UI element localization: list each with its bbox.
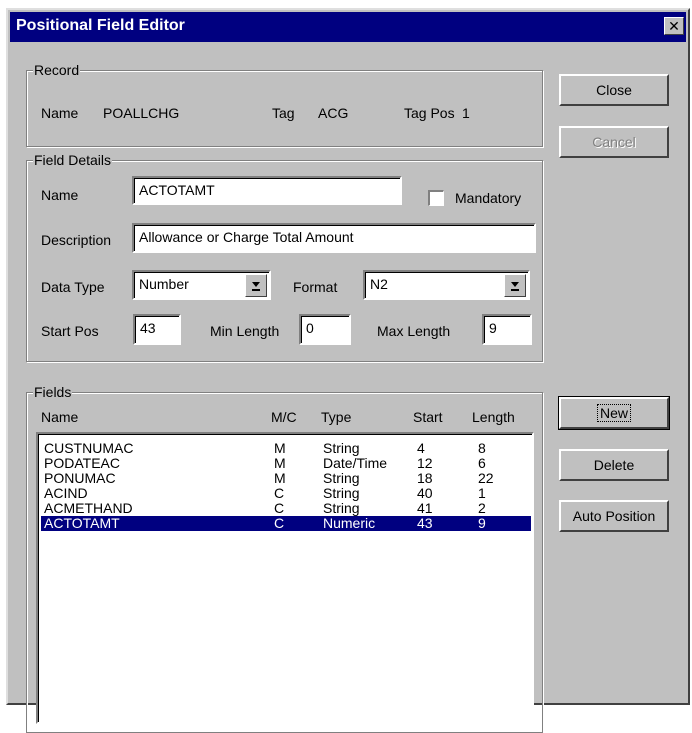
row-name: PONUMAC — [44, 470, 116, 486]
description-label: Description — [41, 232, 112, 248]
row-start: 12 — [417, 455, 433, 471]
row-length: 2 — [478, 500, 486, 516]
row-name: CUSTNUMAC — [44, 440, 134, 456]
row-length: 6 — [478, 455, 486, 471]
row-mc: C — [274, 515, 285, 531]
dropdown-arrow-icon — [252, 282, 260, 291]
row-length: 9 — [478, 515, 486, 531]
row-type: Numeric — [323, 515, 376, 531]
datatype-label: Data Type — [41, 279, 105, 295]
minlength-input[interactable]: 0 — [299, 314, 351, 345]
record-legend: Record — [33, 62, 81, 78]
close-icon: ✕ — [668, 18, 680, 34]
row-length: 22 — [478, 470, 494, 486]
format-select[interactable]: N2 — [363, 270, 530, 300]
title-close-button[interactable]: ✕ — [664, 17, 684, 35]
maxlength-label: Max Length — [377, 323, 451, 339]
record-tagpos-value: 1 — [462, 105, 470, 121]
table-row[interactable]: CUSTNUMAC M String 4 8 — [41, 441, 531, 456]
row-mc: C — [274, 485, 285, 501]
column-header-length: Length — [472, 409, 515, 425]
mandatory-label: Mandatory — [455, 190, 522, 206]
dropdown-arrow-icon — [511, 282, 519, 291]
row-mc: M — [274, 455, 286, 471]
row-type: Date/Time — [323, 455, 388, 471]
row-type: String — [323, 470, 360, 486]
maxlength-input[interactable]: 9 — [482, 314, 532, 345]
startpos-label: Start Pos — [41, 323, 99, 339]
row-mc: C — [274, 500, 285, 516]
datatype-select[interactable]: Number — [132, 270, 271, 300]
row-start: 18 — [417, 470, 433, 486]
row-type: String — [323, 440, 360, 456]
row-start: 41 — [417, 500, 433, 516]
table-row[interactable]: ACIND C String 40 1 — [41, 486, 531, 501]
row-type: String — [323, 500, 360, 516]
mandatory-checkbox[interactable] — [428, 190, 444, 206]
record-name-label: Name — [41, 105, 79, 121]
row-length: 8 — [478, 440, 486, 456]
record-tag-label: Tag — [272, 105, 295, 121]
column-header-mc: M/C — [271, 409, 297, 425]
record-tagpos-label: Tag Pos — [404, 105, 455, 121]
table-row[interactable]: PONUMAC M String 18 22 — [41, 471, 531, 486]
close-button[interactable]: Close — [559, 74, 669, 106]
table-row[interactable]: ACMETHAND C String 41 2 — [41, 501, 531, 516]
cancel-button[interactable]: Cancel — [559, 126, 669, 158]
format-label: Format — [293, 279, 338, 295]
record-name-value: POALLCHG — [103, 105, 180, 121]
column-header-type: Type — [321, 409, 352, 425]
column-header-start: Start — [413, 409, 443, 425]
row-start: 43 — [417, 515, 433, 531]
row-start: 40 — [417, 485, 433, 501]
row-name: ACMETHAND — [44, 500, 133, 516]
window-title: Positional Field Editor — [16, 17, 185, 34]
field-name-input[interactable]: ACTOTAMT — [132, 176, 402, 205]
column-header-name: Name — [41, 409, 79, 425]
table-row-selected[interactable]: ACTOTAMT C Numeric 43 9 — [41, 516, 531, 531]
row-mc: M — [274, 470, 286, 486]
title-bar: Positional Field Editor ✕ — [10, 12, 686, 42]
row-length: 1 — [478, 485, 486, 501]
auto-position-button[interactable]: Auto Position — [559, 500, 669, 532]
format-dropdown-button[interactable] — [504, 274, 526, 297]
field-details-legend: Field Details — [33, 152, 113, 168]
startpos-input[interactable]: 43 — [133, 314, 181, 345]
minlength-label: Min Length — [210, 323, 280, 339]
datatype-value: Number — [139, 276, 189, 292]
datatype-dropdown-button[interactable] — [245, 274, 267, 297]
row-name: ACIND — [44, 485, 88, 501]
description-input[interactable]: Allowance or Charge Total Amount — [132, 223, 536, 253]
row-type: String — [323, 485, 360, 501]
new-button-label: New — [596, 404, 631, 422]
fields-listbox[interactable]: CUSTNUMAC M String 4 8 PODATEAC M Date/T… — [36, 432, 534, 724]
new-button[interactable]: New — [558, 396, 670, 430]
row-name: PODATEAC — [44, 455, 120, 471]
field-name-label: Name — [41, 187, 79, 203]
table-row[interactable]: PODATEAC M Date/Time 12 6 — [41, 456, 531, 471]
record-tag-value: ACG — [318, 105, 349, 121]
format-value: N2 — [370, 276, 388, 292]
row-start: 4 — [417, 440, 425, 456]
delete-button[interactable]: Delete — [559, 449, 669, 481]
row-mc: M — [274, 440, 286, 456]
row-name: ACTOTAMT — [44, 515, 120, 531]
fields-legend: Fields — [33, 384, 73, 400]
